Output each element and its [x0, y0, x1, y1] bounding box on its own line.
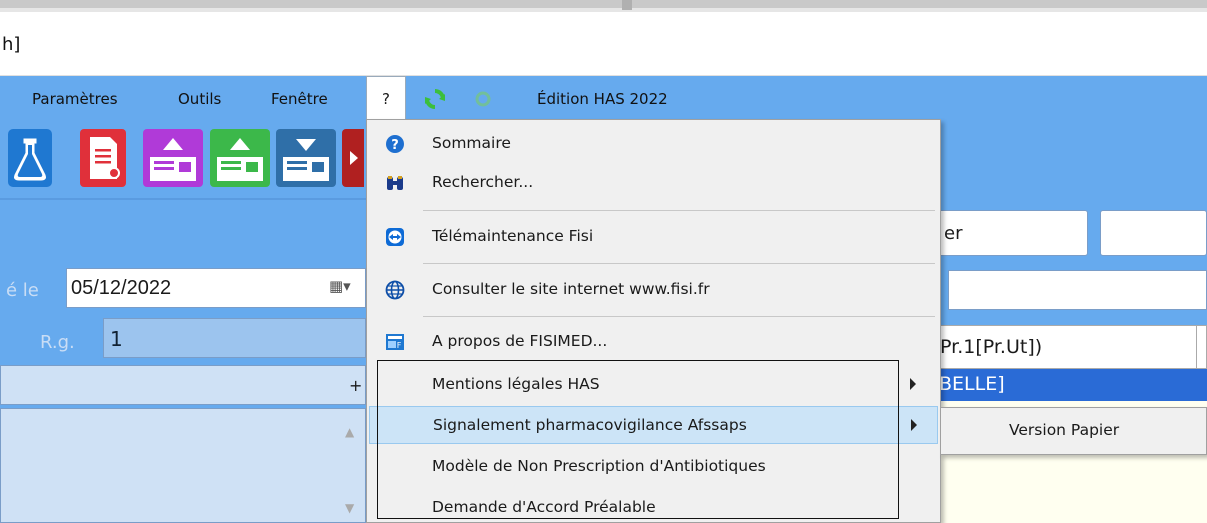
scroll-up-icon[interactable]: ▲ — [345, 425, 354, 439]
arrow-right-icon — [350, 151, 358, 165]
list-panel: ▲ ▼ — [0, 408, 366, 523]
date-label: é le — [6, 280, 39, 301]
grid-selected-row[interactable]: BELLE] — [935, 369, 1207, 401]
grid-col-divider — [1196, 326, 1197, 370]
menu-separator — [423, 316, 935, 317]
window-title-bar: h] — [0, 12, 1207, 76]
download-blue-button[interactable] — [276, 129, 336, 187]
menu-fenetre[interactable]: Fenêtre — [271, 90, 328, 108]
menu-item-label: Consulter le site internet www.fisi.fr — [432, 280, 710, 298]
grid-selected-text: BELLE] — [939, 373, 1005, 395]
splitter-handle[interactable] — [622, 0, 632, 10]
upload-green-icon — [217, 138, 263, 181]
app-info-icon: F — [386, 334, 404, 350]
upload-purple-button[interactable] — [143, 129, 203, 187]
menu-item-rechercher[interactable]: Rechercher... — [367, 164, 940, 202]
date-value: 05/12/2022 — [71, 277, 172, 299]
menu-separator — [423, 210, 935, 211]
annotation-rectangle — [377, 360, 899, 519]
menu-help[interactable]: ? — [366, 76, 406, 120]
submenu-item-version-papier[interactable]: Version Papier — [1009, 421, 1119, 439]
menu-item-site-internet[interactable]: Consulter le site internet www.fisi.fr — [367, 271, 940, 309]
panel-divider — [0, 198, 366, 200]
svg-text:?: ? — [391, 138, 399, 153]
svg-text:F: F — [397, 341, 402, 350]
right-field-text: er — [944, 223, 963, 244]
document-red-icon — [90, 137, 120, 179]
grid-header: Pr.1[Pr.Ut]) — [935, 325, 1207, 370]
menu-help-label: ? — [382, 90, 390, 108]
window-title-fragment: h] — [2, 34, 21, 55]
menu-item-label: Rechercher... — [432, 173, 534, 191]
refresh-icon[interactable] — [422, 86, 448, 112]
rg-select[interactable]: 1 — [103, 318, 366, 358]
menu-item-label: A propos de FISIMED... — [432, 332, 608, 350]
menu-item-label: Télémaintenance Fisi — [432, 227, 594, 245]
menu-bar: Paramètres Outils Fenêtre Édition HAS 20… — [0, 76, 1207, 120]
scroll-down-icon[interactable]: ▼ — [345, 501, 354, 515]
right-input[interactable] — [948, 270, 1207, 310]
upload-green-button[interactable] — [210, 129, 270, 187]
title-separator — [0, 0, 1207, 8]
calendar-icon[interactable]: ▦▾ — [329, 277, 351, 295]
download-blue-icon — [283, 139, 329, 181]
rg-label: R.g. — [40, 332, 75, 353]
document-red-button[interactable] — [80, 129, 126, 187]
menu-parametres[interactable]: Paramètres — [32, 90, 118, 108]
flask-button[interactable] — [8, 129, 52, 187]
rg-value: 1 — [110, 327, 123, 351]
date-field[interactable]: 05/12/2022 ▦▾ — [66, 268, 366, 308]
menu-item-a-propos[interactable]: F A propos de FISIMED... — [367, 323, 940, 361]
window-top-strip — [0, 0, 1207, 12]
binoculars-icon — [387, 176, 403, 190]
grid-header-text: Pr.1[Pr.Ut]) — [940, 336, 1043, 358]
submenu-arrow-icon — [911, 419, 917, 431]
menu-item-label: Sommaire — [432, 134, 511, 152]
more-tools-button[interactable] — [342, 129, 364, 187]
sync-icon[interactable] — [474, 90, 492, 108]
help-circle-icon: ? — [386, 135, 404, 153]
add-button[interactable]: + — [349, 376, 362, 395]
globe-icon — [385, 280, 405, 300]
menu-item-telemaintenance[interactable]: Télémaintenance Fisi — [367, 218, 940, 256]
flask-icon — [8, 129, 52, 187]
search-row-field[interactable]: + — [0, 365, 366, 405]
pharmacovigilance-submenu: Version Papier — [940, 407, 1207, 455]
upload-purple-icon — [150, 138, 196, 181]
edition-label: Édition HAS 2022 — [537, 90, 668, 108]
menu-separator — [423, 263, 935, 264]
right-action-field-2[interactable] — [1100, 210, 1207, 256]
menu-outils[interactable]: Outils — [178, 90, 221, 108]
teamviewer-icon — [386, 228, 404, 246]
menu-item-sommaire[interactable]: ? Sommaire — [367, 125, 940, 163]
submenu-arrow-icon — [910, 378, 916, 390]
